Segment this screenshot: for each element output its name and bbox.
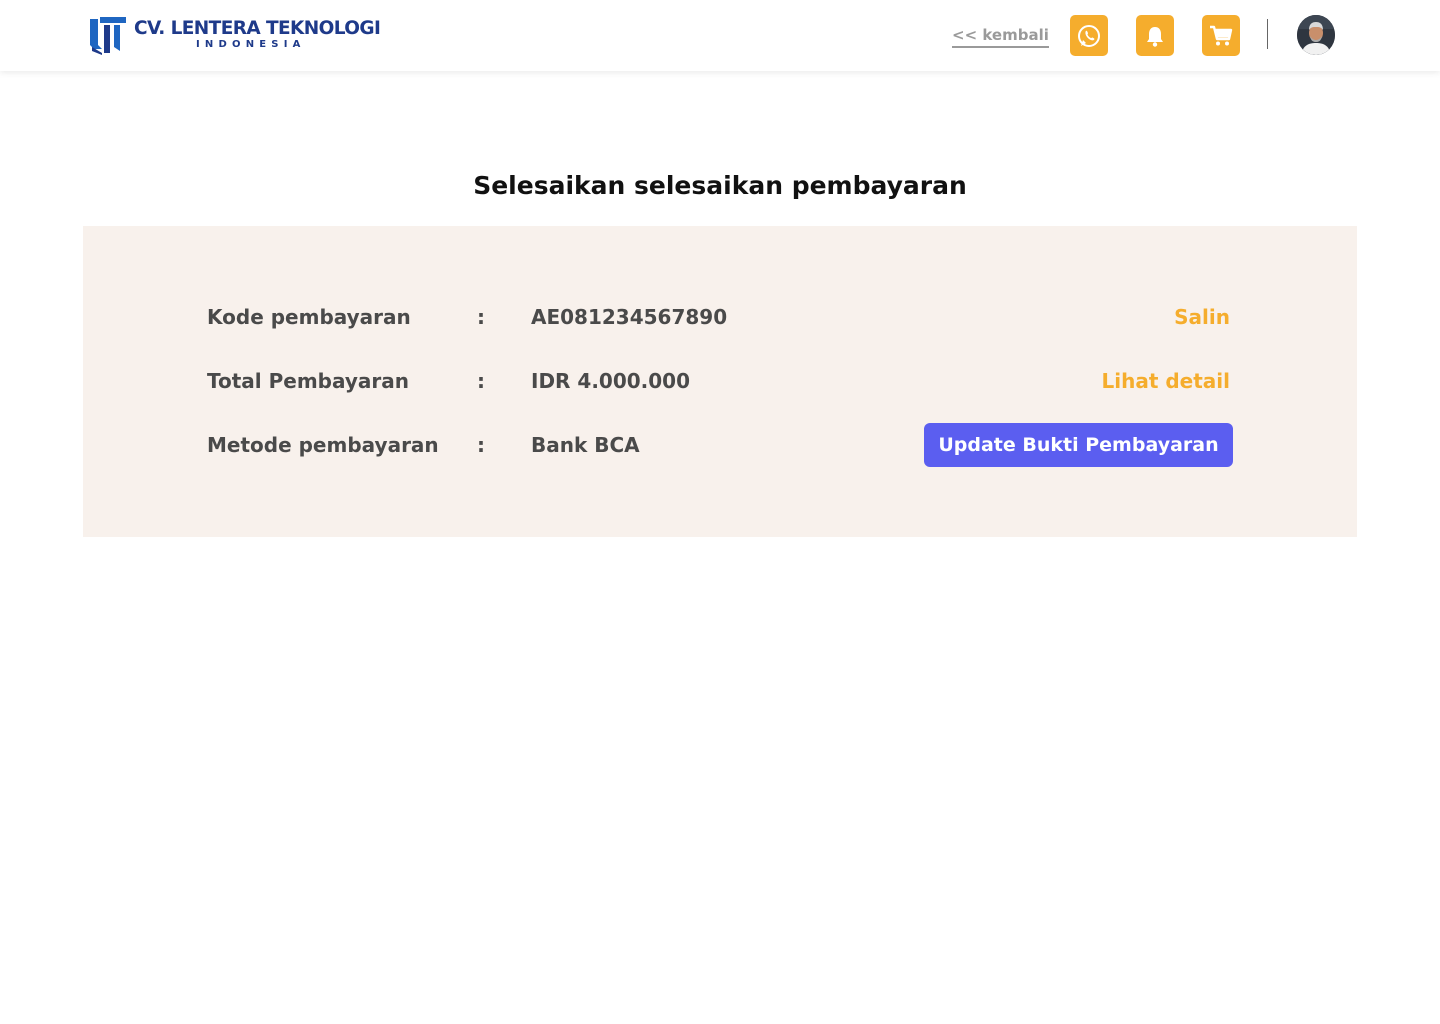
bell-icon — [1147, 26, 1163, 47]
view-detail-link[interactable]: Lihat detail — [1101, 359, 1230, 403]
payment-total-row: Total Pembayaran : IDR 4.000.000 Lihat d… — [207, 359, 1233, 403]
top-navbar: CV. LENTERA TEKNOLOGI INDONESIA << kemba… — [0, 0, 1440, 71]
cart-button[interactable] — [1202, 15, 1240, 56]
profile-photo-icon — [1297, 15, 1335, 55]
payment-method-row: Metode pembayaran : Bank BCA Update Bukt… — [207, 423, 1233, 467]
user-avatar[interactable] — [1297, 15, 1335, 55]
payment-total-separator: : — [477, 369, 485, 393]
logo-title: CV. LENTERA TEKNOLOGI — [134, 18, 381, 39]
payment-panel: Kode pembayaran : AE081234567890 Salin T… — [83, 226, 1357, 537]
company-logo[interactable]: CV. LENTERA TEKNOLOGI INDONESIA — [88, 14, 381, 56]
payment-method-separator: : — [477, 433, 485, 457]
whatsapp-icon — [1078, 24, 1100, 47]
payment-code-separator: : — [477, 305, 485, 329]
payment-code-label: Kode pembayaran — [207, 305, 411, 329]
payment-total-label: Total Pembayaran — [207, 369, 409, 393]
payment-code-value: AE081234567890 — [531, 305, 728, 329]
logo-text: CV. LENTERA TEKNOLOGI INDONESIA — [134, 18, 381, 51]
page-title: Selesaikan selesaikan pembayaran — [473, 171, 967, 200]
cart-icon — [1210, 25, 1233, 45]
logo-subtitle: INDONESIA — [196, 39, 306, 50]
back-link[interactable]: << kembali — [952, 26, 1049, 48]
update-payment-proof-button[interactable]: Update Bukti Pembayaran — [924, 423, 1233, 467]
payment-total-value: IDR 4.000.000 — [531, 369, 691, 393]
header-divider — [1267, 19, 1268, 49]
payment-code-row: Kode pembayaran : AE081234567890 Salin — [207, 295, 1233, 339]
copy-code-link[interactable]: Salin — [1174, 295, 1230, 339]
payment-method-label: Metode pembayaran — [207, 433, 439, 457]
payment-method-value: Bank BCA — [531, 433, 640, 457]
lentera-logo-mark — [90, 17, 126, 55]
notification-button[interactable] — [1136, 15, 1174, 56]
whatsapp-button[interactable] — [1070, 15, 1108, 56]
